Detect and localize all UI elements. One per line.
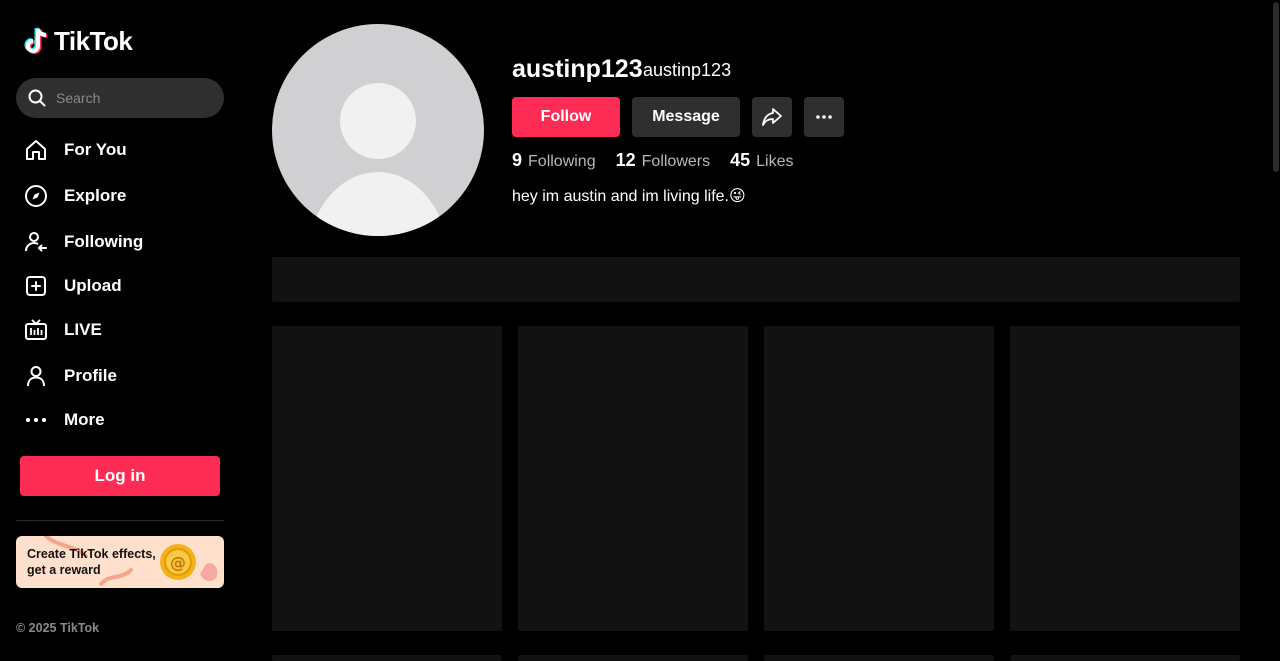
nav-item-upload[interactable]: Upload (24, 270, 122, 302)
profile-icon (24, 364, 48, 388)
video-tile-placeholder[interactable] (764, 655, 994, 661)
video-tile-placeholder[interactable] (764, 326, 994, 631)
ellipsis-icon (816, 115, 832, 119)
scrollbar-thumb[interactable] (1273, 2, 1279, 172)
stat-followers-label: Followers (641, 153, 711, 170)
nav-item-more[interactable]: More (24, 404, 105, 436)
svg-text:@: @ (170, 553, 186, 572)
share-icon (762, 108, 782, 126)
nav-label: Upload (64, 276, 122, 295)
more-options-button[interactable] (804, 97, 844, 137)
more-icon (24, 408, 48, 432)
video-tile-placeholder[interactable] (518, 655, 748, 661)
home-icon (24, 138, 48, 162)
stat-following-count: 9 (512, 150, 523, 170)
nav-label: Profile (64, 366, 117, 385)
page-scrollbar[interactable] (1272, 0, 1280, 175)
video-tile-placeholder[interactable] (272, 326, 502, 631)
nav-label: Explore (64, 186, 127, 205)
tiktok-logo[interactable]: TikTok (24, 26, 133, 57)
stat-following[interactable]: 9 Following (512, 150, 596, 171)
search-box[interactable] (16, 78, 224, 118)
avatar (272, 24, 484, 236)
coin-icon: @ (160, 544, 196, 580)
video-tile-placeholder[interactable] (272, 655, 502, 661)
message-button[interactable]: Message (632, 97, 740, 137)
compass-icon (24, 184, 48, 208)
profile-main: austinp123 austinp123 Follow Message 9 F… (272, 0, 1240, 661)
profile-username: austinp123 (512, 55, 643, 83)
stat-likes: 45 Likes (730, 150, 793, 171)
nav-label: More (64, 410, 105, 429)
nav-label: For You (64, 140, 127, 159)
nav-label: LIVE (64, 320, 102, 339)
nav-item-explore[interactable]: Explore (24, 180, 126, 212)
video-tile-placeholder[interactable] (1010, 655, 1240, 661)
stat-following-label: Following (528, 153, 596, 170)
brand-name: TikTok (54, 26, 133, 56)
tabs-placeholder (272, 257, 1240, 302)
nav-item-for-you[interactable]: For You (24, 134, 127, 166)
profile-bio: hey im austin and im living life.😜 (512, 188, 746, 205)
share-button[interactable] (752, 97, 792, 137)
stat-followers-count: 12 (615, 150, 636, 170)
profile-nickname: austinp123 (643, 60, 732, 80)
stat-likes-count: 45 (730, 150, 751, 170)
live-icon (24, 318, 48, 342)
nav-item-following[interactable]: Following (24, 226, 143, 258)
nav-label: Following (64, 232, 144, 251)
search-icon (28, 89, 46, 107)
profile-stats: 9 Following 12 Followers 45 Likes (512, 150, 794, 171)
follow-button[interactable]: Follow (512, 97, 620, 137)
upload-icon (24, 274, 48, 298)
tiktok-note-icon (24, 26, 48, 54)
stat-followers[interactable]: 12 Followers (616, 150, 711, 171)
following-icon (24, 230, 48, 254)
effects-promo-banner[interactable]: Create TikTok effects, get a reward @ (16, 536, 224, 588)
stat-likes-label: Likes (756, 153, 794, 170)
video-tile-placeholder[interactable] (518, 326, 748, 631)
default-avatar-icon (309, 83, 447, 236)
search-input[interactable] (56, 90, 206, 106)
nav-item-live[interactable]: LIVE (24, 314, 102, 346)
promo-text: Create TikTok effects, get a reward (27, 547, 156, 577)
nav-item-profile[interactable]: Profile (24, 360, 117, 392)
sidebar: TikTok For You Explore Following Upload (0, 0, 240, 661)
copyright-text: © 2025 TikTok (16, 621, 100, 635)
video-tile-placeholder[interactable] (1010, 326, 1240, 631)
sidebar-divider (16, 520, 224, 521)
login-button[interactable]: Log in (20, 456, 220, 496)
